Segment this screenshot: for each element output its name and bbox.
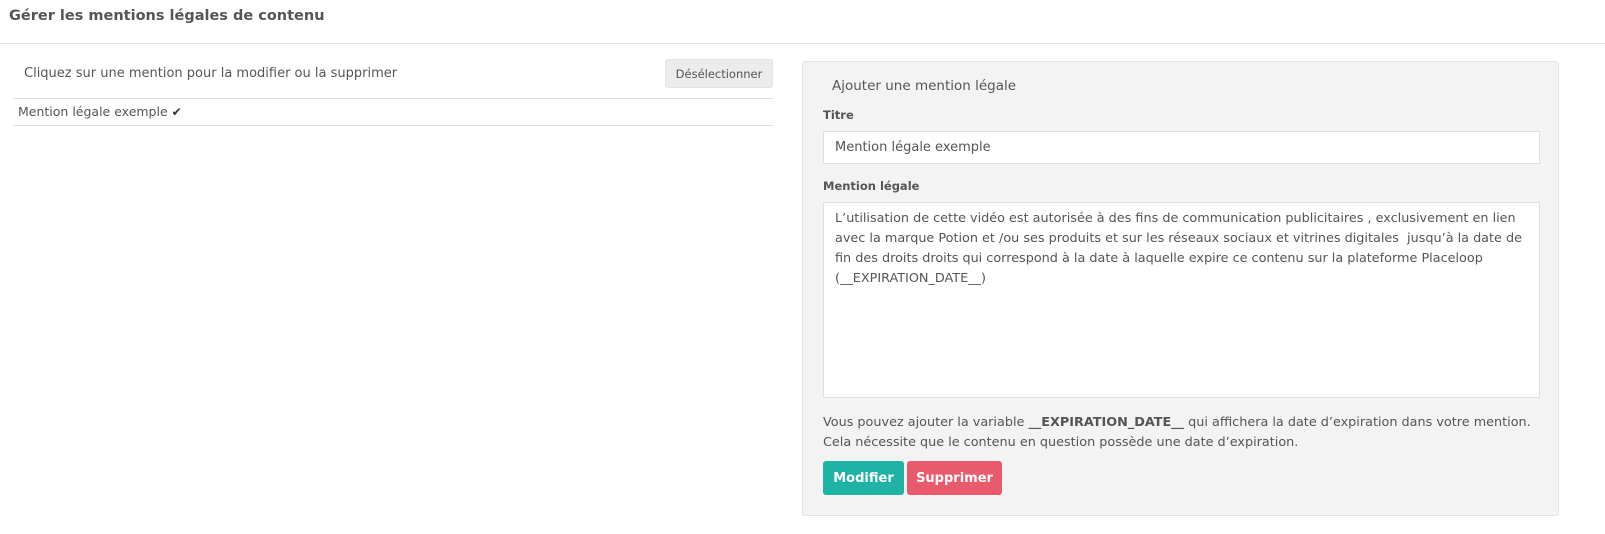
help-variable: __EXPIRATION_DATE__ (1028, 415, 1185, 430)
help-line-1: Vous pouvez ajouter la variable __EXPIRA… (823, 413, 1540, 433)
list-item-text: Mention légale exemple ✔ (18, 104, 182, 119)
help-suffix: qui affichera la date d’expiration dans … (1184, 415, 1531, 430)
modify-button[interactable]: Modifier (823, 461, 904, 495)
help-text: Vous pouvez ajouter la variable __EXPIRA… (823, 413, 1540, 453)
help-line-2: Cela nécessite que le contenu en questio… (823, 435, 1299, 450)
deselect-button[interactable]: Désélectionner (665, 59, 773, 88)
list-item-label: Mention légale exemple (18, 104, 168, 119)
help-prefix: Vous pouvez ajouter la variable (823, 415, 1029, 430)
titre-input[interactable] (823, 131, 1540, 164)
mention-label: Mention légale (823, 179, 920, 193)
page-header: Gérer les mentions légales de contenu (0, 0, 1605, 44)
form-title: Ajouter une mention légale (832, 78, 1017, 94)
check-icon: ✔ (171, 105, 182, 119)
titre-label: Titre (823, 108, 854, 122)
page-title: Gérer les mentions légales de contenu (9, 8, 325, 24)
mention-textarea[interactable]: L’utilisation de cette vidéo est autoris… (823, 202, 1540, 398)
list-item[interactable]: Mention légale exemple ✔ (13, 98, 773, 126)
delete-button[interactable]: Supprimer (907, 461, 1002, 495)
mention-form-panel: Ajouter une mention légale Titre Mention… (802, 61, 1559, 516)
list-instruction: Cliquez sur une mention pour la modifier… (24, 66, 398, 81)
